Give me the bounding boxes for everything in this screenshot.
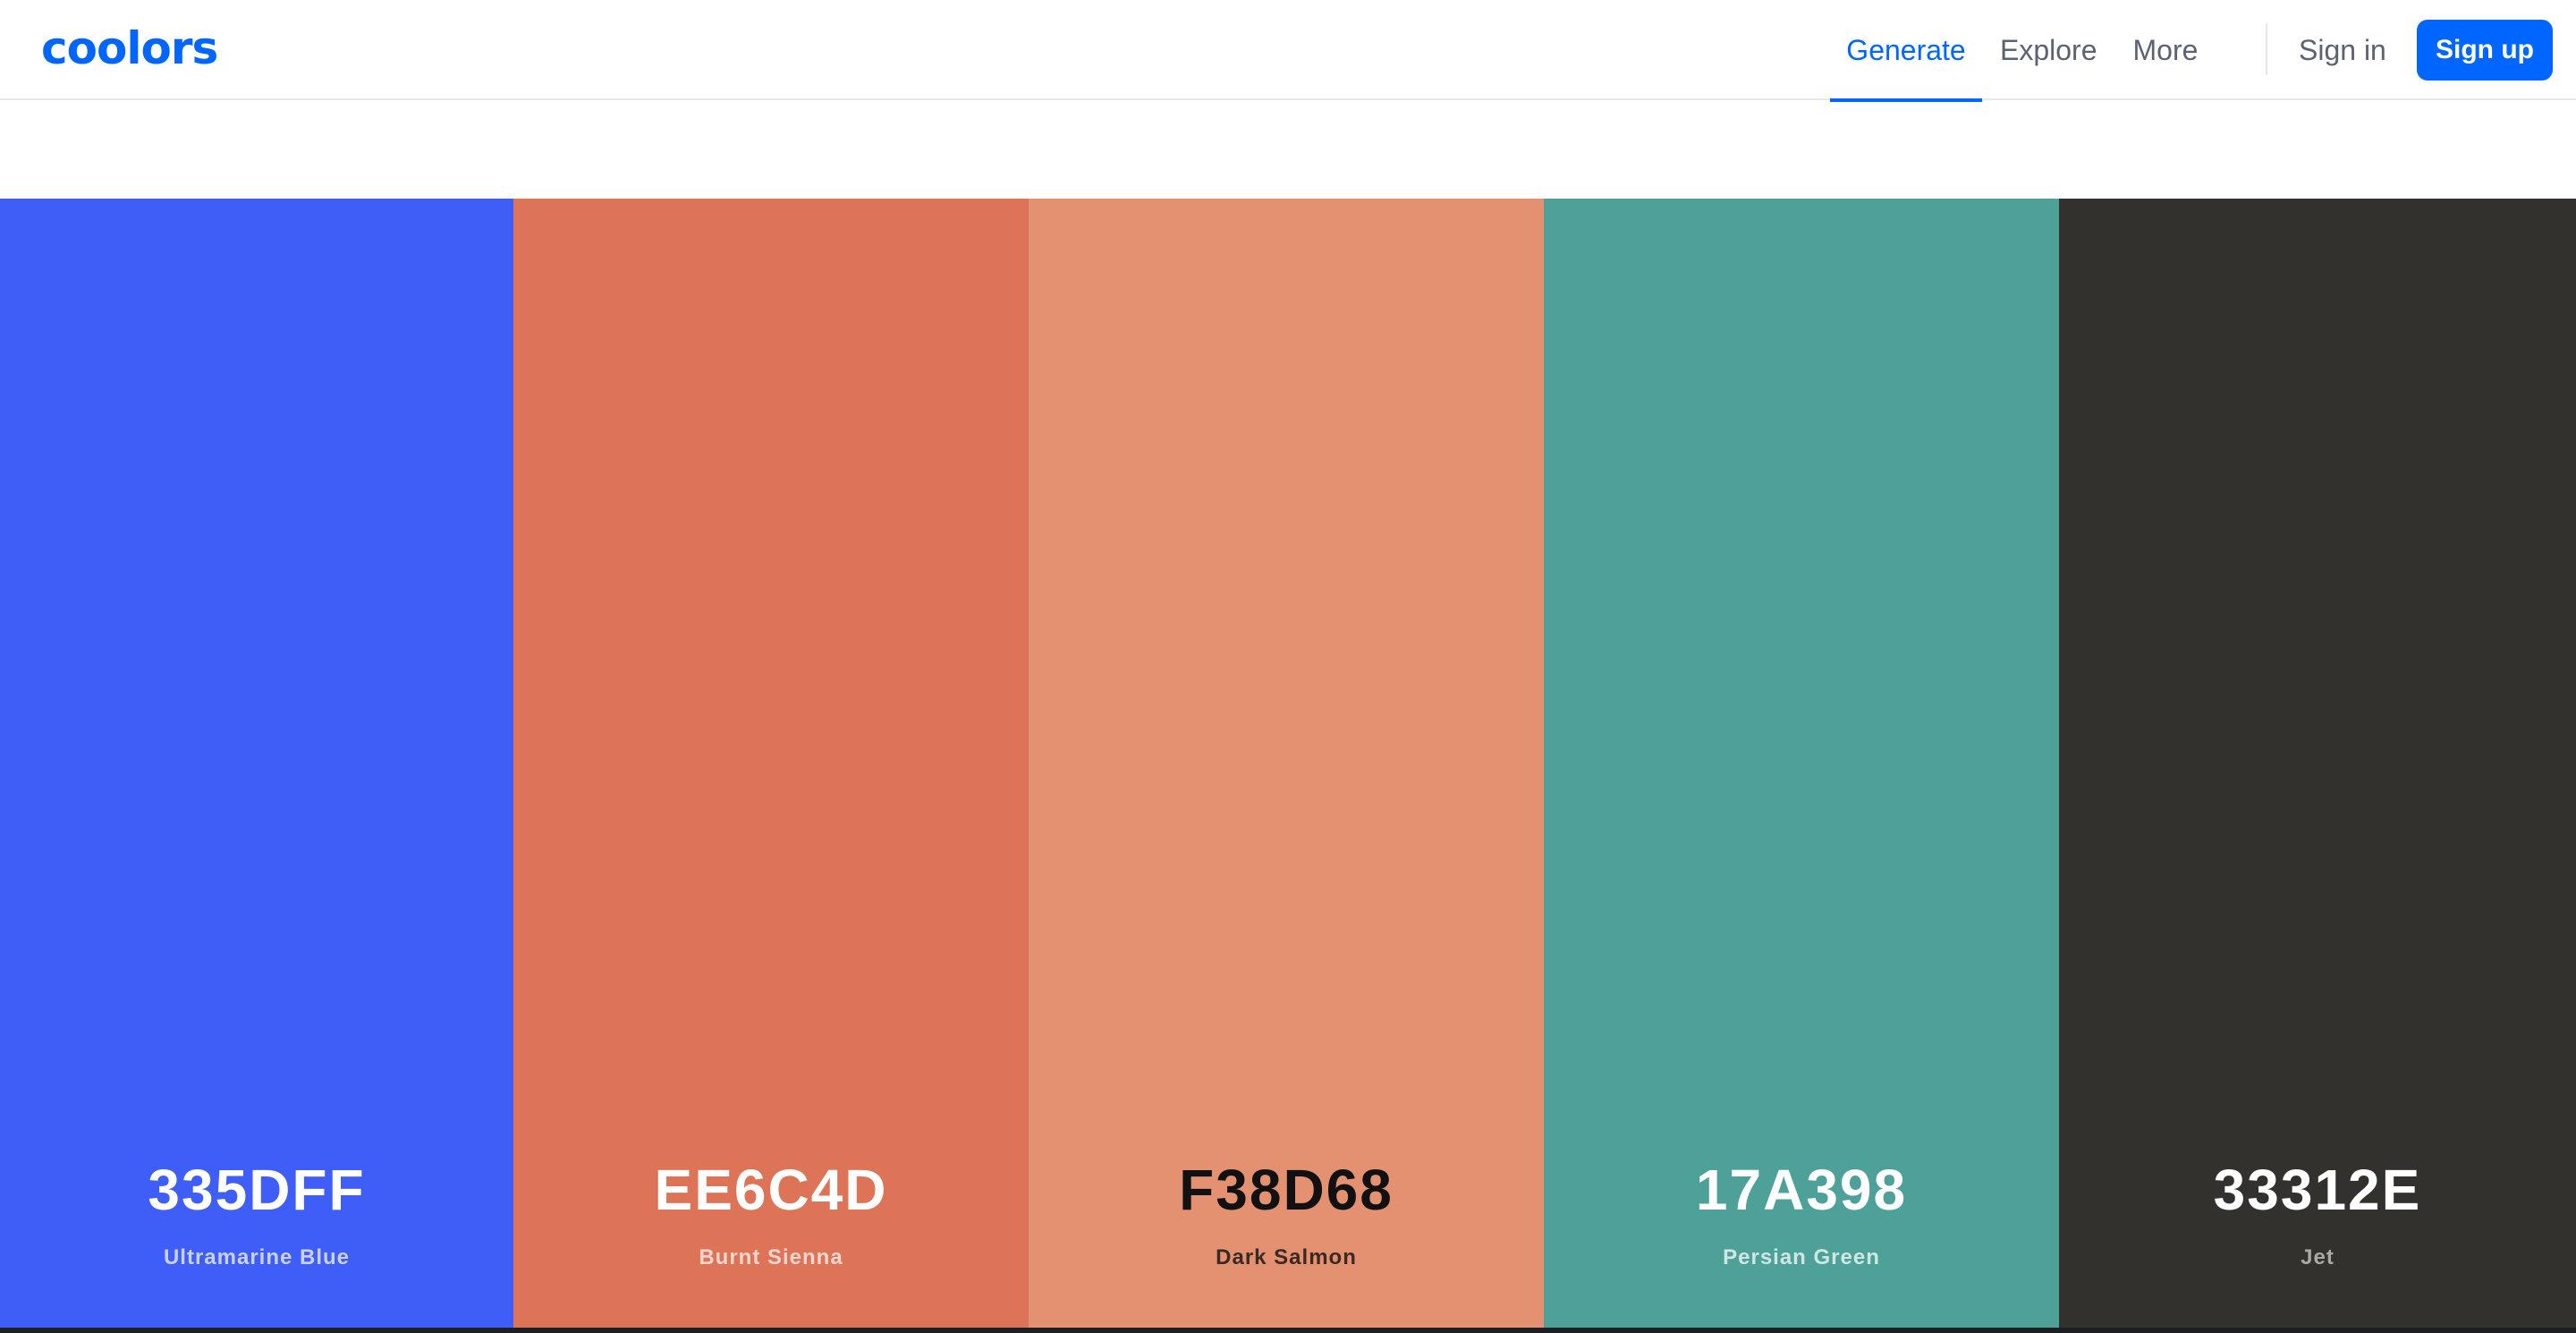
logo-text: coolors	[41, 22, 218, 74]
main-nav: Generate Explore More	[1830, 0, 2216, 102]
swatch-color-name: Dark Salmon	[1216, 1245, 1357, 1269]
nav-divider	[2266, 23, 2267, 75]
color-palette: 335DFF Ultramarine Blue EE6C4D Burnt Sie…	[0, 199, 2576, 1333]
bottom-edge	[0, 1328, 2576, 1333]
color-swatch-ultramarine-blue[interactable]: 335DFF Ultramarine Blue	[0, 199, 513, 1333]
color-swatch-persian-green[interactable]: 17A398 Persian Green	[1544, 199, 2059, 1333]
swatch-hex-code[interactable]: EE6C4D	[513, 1161, 1029, 1218]
sign-in-link[interactable]: Sign in	[2284, 0, 2401, 100]
coolors-logo[interactable]: coolors	[41, 22, 218, 74]
nav-more[interactable]: More	[2115, 0, 2216, 100]
swatch-hex-code[interactable]: 335DFF	[0, 1161, 513, 1218]
nav-explore-label: Explore	[2000, 33, 2097, 66]
swatch-hex-code[interactable]: 33312E	[2059, 1161, 2576, 1218]
swatch-color-name: Burnt Sienna	[699, 1245, 843, 1269]
nav-explore[interactable]: Explore	[1982, 0, 2115, 100]
swatch-hex-code[interactable]: 17A398	[1544, 1161, 2059, 1218]
color-swatch-burnt-sienna[interactable]: EE6C4D Burnt Sienna	[513, 199, 1029, 1333]
nav-generate-label: Generate	[1846, 33, 1966, 66]
swatch-color-name: Ultramarine Blue	[163, 1245, 351, 1269]
sign-in-label: Sign in	[2299, 33, 2386, 66]
sign-up-button[interactable]: Sign up	[2417, 20, 2553, 81]
swatch-color-name: Persian Green	[1723, 1245, 1880, 1269]
sign-up-label: Sign up	[2436, 35, 2534, 64]
color-swatch-dark-salmon[interactable]: F38D68 Dark Salmon	[1029, 199, 1544, 1333]
swatch-color-name: Jet	[2301, 1245, 2334, 1269]
top-navbar: coolors Generate Explore More Sign in Si…	[0, 0, 2576, 102]
nav-more-label: More	[2132, 33, 2199, 66]
nav-generate[interactable]: Generate	[1830, 0, 1982, 102]
swatch-hex-code[interactable]: F38D68	[1029, 1161, 1544, 1218]
color-swatch-jet[interactable]: 33312E Jet	[2059, 199, 2576, 1333]
